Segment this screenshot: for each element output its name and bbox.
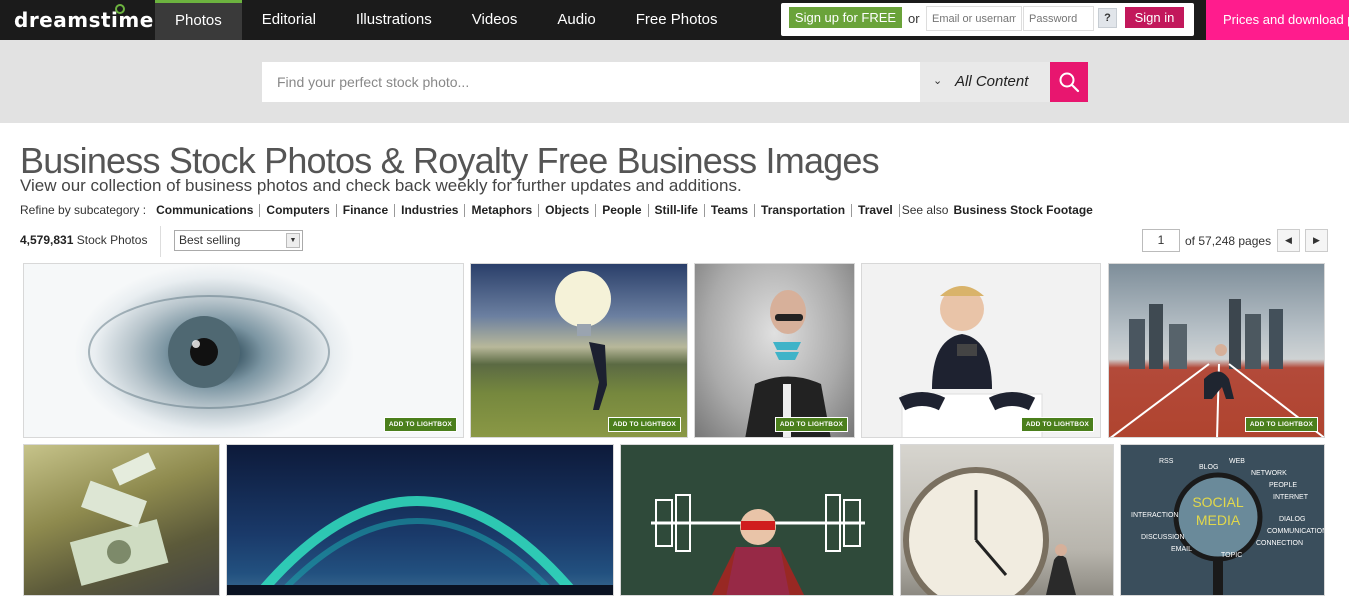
subcategory-finance[interactable]: Finance [337,203,396,217]
thumbnail-social-media-magnifier[interactable]: SOCIAL MEDIA RSS BLOG WEB NETWORK PEOPLE INTERN… [1120,444,1325,596]
logo-text: dreamstime [14,8,154,32]
prev-page-button[interactable]: ◀ [1277,229,1300,252]
thumbnail-baby-with-phone[interactable]: ADD TO LIGHTBOX [861,263,1101,438]
subcategory-transportation[interactable]: Transportation [755,203,853,217]
signup-button[interactable]: Sign up for FREE [789,7,902,28]
nav-tab-editorial[interactable]: Editorial [242,0,336,40]
baby-illustration [898,286,1043,437]
social-media-illustration: SOCIAL MEDIA RSS BLOG WEB NETWORK PEOPLE INTERN… [1131,458,1325,595]
business-footage-link[interactable]: Business Stock Footage [953,203,1092,217]
nav-tab-photos[interactable]: Photos [155,0,242,40]
nav-tab-free-photos[interactable]: Free Photos [616,0,738,40]
photo-count-label: Stock Photos [76,233,148,247]
sort-dropdown[interactable]: Best selling ▼ [174,230,303,251]
page-number-input[interactable]: 1 [1142,229,1180,252]
subcategory-refine: Refine by subcategory : Communications C… [20,203,1093,217]
nav-tab-audio[interactable]: Audio [537,0,615,40]
nav-tab-videos[interactable]: Videos [452,0,538,40]
svg-text:TOPIC: TOPIC [1221,552,1242,559]
svg-text:INTERACTION: INTERACTION [1131,512,1178,519]
subcategory-metaphors[interactable]: Metaphors [465,203,540,217]
add-to-lightbox-button[interactable]: ADD TO LIGHTBOX [607,417,681,432]
search-band: Find your perfect stock photo... ⌄ All C… [0,40,1349,123]
top-bar: dreamstime® Photos Editorial Illustratio… [0,0,1349,40]
login-box: Sign up for FREE or ? Sign in [781,3,1194,36]
svg-text:RSS: RSS [1159,458,1174,465]
page-subtitle: View our collection of business photos a… [20,176,742,195]
clock-illustration [903,467,1076,595]
svg-text:BLOG: BLOG [1199,464,1218,471]
svg-text:NETWORK: NETWORK [1251,470,1287,477]
svg-text:DISCUSSION: DISCUSSION [1141,534,1185,541]
email-field[interactable] [926,6,1022,31]
photo-count-value: 4,579,831 [20,233,74,247]
main-nav: Photos Editorial Illustrations Videos Au… [155,0,737,40]
arrow-right-icon: ▶ [1313,235,1320,245]
svg-text:SOCIAL: SOCIAL [1192,494,1244,510]
thumbnail-man-carrying-lightbulb[interactable]: ADD TO LIGHTBOX [470,263,688,438]
subcategory-people[interactable]: People [596,203,649,217]
subcategory-teams[interactable]: Teams [705,203,756,217]
aurora-illustration [227,496,613,595]
svg-text:CONNECTION: CONNECTION [1256,540,1303,547]
svg-text:PEOPLE: PEOPLE [1269,482,1297,489]
svg-text:EMAIL: EMAIL [1171,546,1192,553]
search-input[interactable]: Find your perfect stock photo... [262,62,920,102]
logo-swirl-icon [115,4,125,14]
page-total-label: of 57,248 pages [1185,234,1272,248]
svg-text:DIALOG: DIALOG [1279,516,1305,523]
subcategory-industries[interactable]: Industries [395,203,466,217]
thumbnail-businessman-spring[interactable]: ADD TO LIGHTBOX [694,263,855,438]
help-button[interactable]: ? [1098,8,1117,28]
chevron-down-icon: ⌄ [933,75,943,87]
subcategory-communications[interactable]: Communications [150,203,261,217]
subcategory-travel[interactable]: Travel [852,203,900,217]
nav-tab-illustrations[interactable]: Illustrations [336,0,452,40]
svg-text:COMMUNICATION: COMMUNICATION [1267,528,1325,535]
subcategory-computers[interactable]: Computers [260,203,337,217]
dreamstime-logo[interactable]: dreamstime® [14,4,162,32]
or-label: or [908,11,920,26]
search-icon [1059,72,1080,93]
search-button[interactable] [1050,62,1088,102]
refine-label: Refine by subcategory : [20,203,147,217]
content-filter-dropdown[interactable]: ⌄ All Content [920,62,1050,102]
svg-text:MEDIA: MEDIA [1196,512,1241,528]
see-also-label: See also [901,203,949,217]
photo-count: 4,579,831 Stock Photos [20,233,147,247]
thumbnail-aurora-dome[interactable] [226,444,614,596]
dropdown-arrow-icon: ▼ [286,233,300,248]
add-to-lightbox-button[interactable]: ADD TO LIGHTBOX [1244,417,1318,432]
eye-illustration [88,295,330,409]
add-to-lightbox-button[interactable]: ADD TO LIGHTBOX [383,417,457,432]
superhero-illustration [651,494,865,595]
city-track-illustration [1110,299,1324,437]
thumbnail-businessman-starting-block[interactable]: ADD TO LIGHTBOX [1108,263,1325,438]
next-page-button[interactable]: ▶ [1305,229,1328,252]
count-divider [160,226,161,257]
sort-value: Best selling [179,233,241,247]
svg-text:WEB: WEB [1229,458,1245,465]
content-filter-value: All Content [955,73,1029,90]
password-field[interactable] [1023,6,1094,31]
add-to-lightbox-button[interactable]: ADD TO LIGHTBOX [774,417,848,432]
prices-promo-button[interactable]: Prices and download plans [1206,0,1349,40]
signin-button[interactable]: Sign in [1125,7,1184,28]
thumbnail-clock-man-pushing[interactable] [900,444,1114,596]
subcategory-objects[interactable]: Objects [539,203,597,217]
subcategory-still-life[interactable]: Still-life [649,203,705,217]
spring-man-illustration [745,290,831,437]
arrow-left-icon: ◀ [1285,235,1292,245]
money-illustration [69,452,169,586]
svg-text:INTERNET: INTERNET [1273,494,1309,501]
thumbnail-eye[interactable]: ADD TO LIGHTBOX [23,263,464,438]
add-to-lightbox-button[interactable]: ADD TO LIGHTBOX [1020,417,1094,432]
lightbulb-illustration [555,271,611,410]
thumbnail-flying-money[interactable] [23,444,220,596]
thumbnail-superhero-kid-weights[interactable] [620,444,894,596]
